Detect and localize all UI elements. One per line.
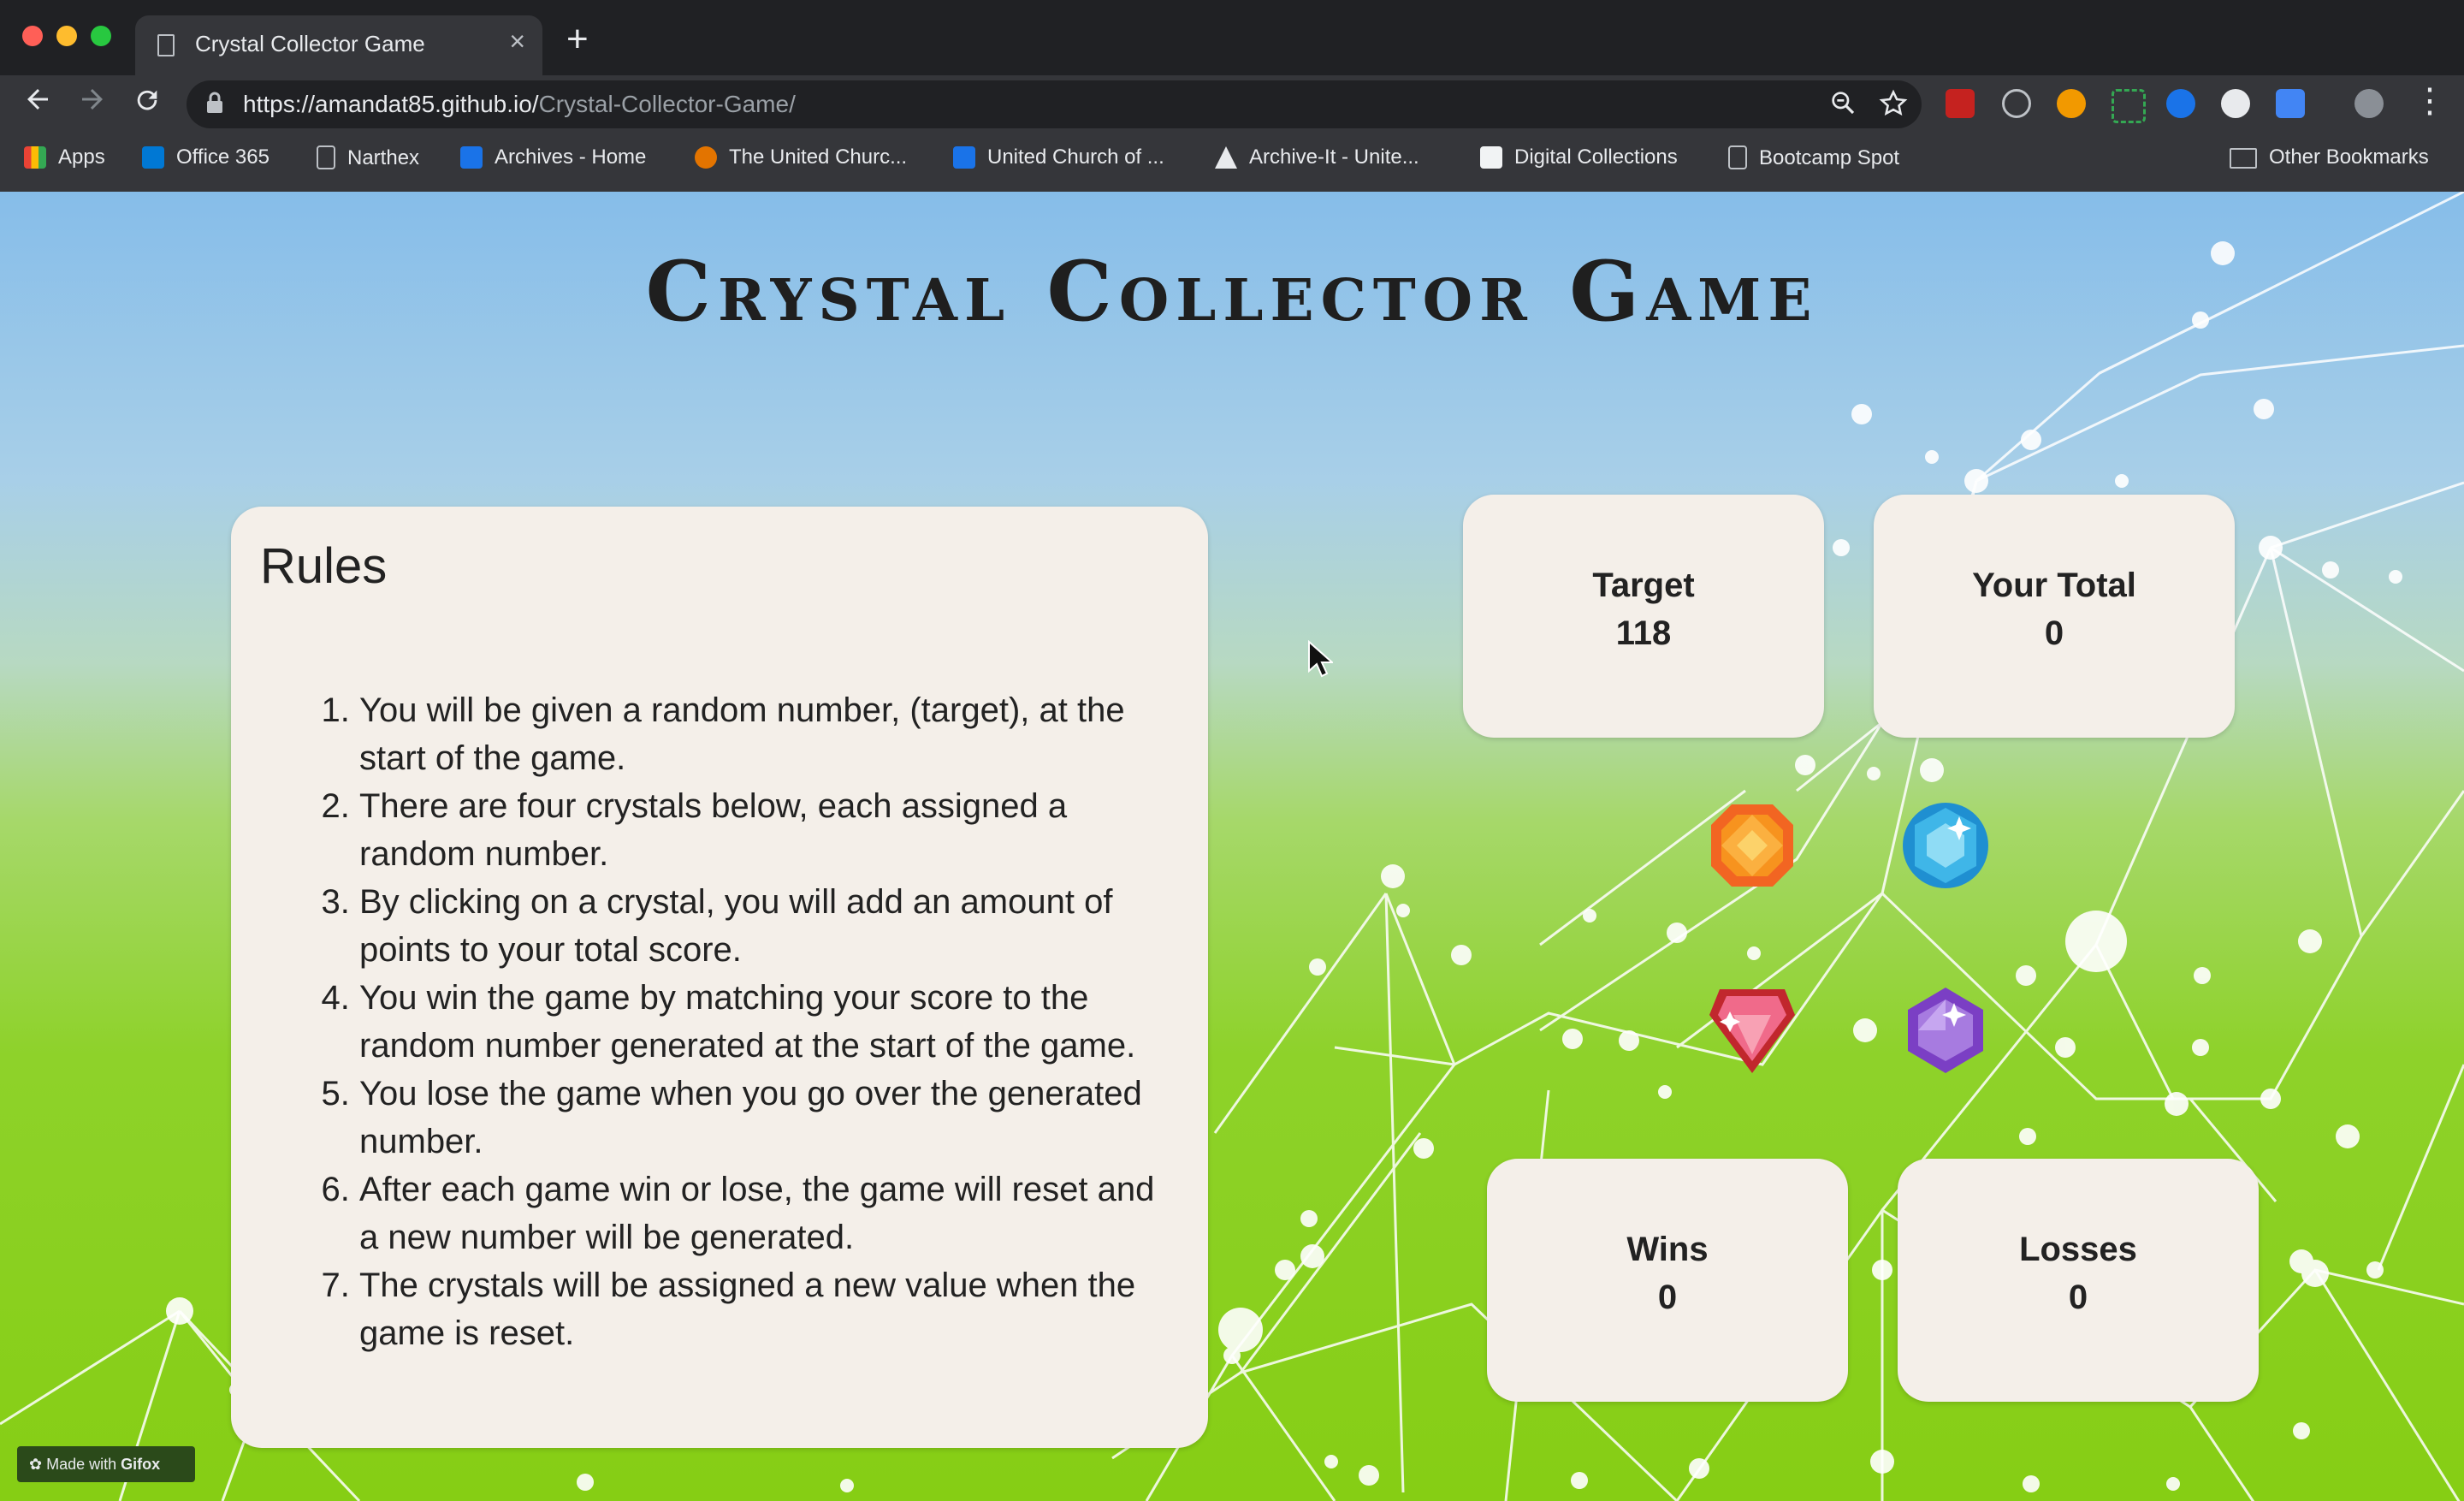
orange-crystal-button[interactable]: [1708, 801, 1797, 890]
bookmark-digital-collections[interactable]: Digital Collections: [1480, 145, 1678, 169]
arrow-left-icon: [27, 89, 48, 110]
rule-item: By clicking on a crystal, you will add a…: [359, 878, 1181, 974]
extension-arrow-icon[interactable]: [2057, 89, 2086, 118]
rules-heading: Rules: [260, 538, 388, 594]
bookmark-apps[interactable]: Apps: [24, 145, 105, 169]
bookmark-other-bookmarks[interactable]: Other Bookmarks: [2230, 145, 2429, 169]
blue-crystal-button[interactable]: [1901, 801, 1990, 890]
apps-grid-icon: [24, 146, 46, 169]
total-value: 0: [2044, 614, 2064, 652]
orange-crystal-icon: [1711, 804, 1793, 887]
page-icon: [317, 145, 335, 169]
url-path: Crystal-Collector-Game/: [538, 91, 796, 117]
extension-lastpass-icon[interactable]: [1946, 89, 1975, 118]
forward-button[interactable]: [70, 82, 115, 127]
bookmark-archives-home[interactable]: Archives - Home: [460, 145, 646, 169]
purple-crystal-icon: [1908, 988, 1983, 1073]
tab-strip: Crystal Collector Game × +: [0, 0, 2464, 75]
bookmark-star-icon[interactable]: [1879, 89, 1908, 125]
menu-more-icon[interactable]: ⋮: [2408, 79, 2452, 123]
fox-icon: ✿: [29, 1456, 47, 1473]
rule-item: There are four crystals below, each assi…: [359, 782, 1181, 878]
bookmark-archive-it[interactable]: Archive-It - Unite...: [1215, 145, 1419, 169]
bookmark-narthex[interactable]: Narthex: [317, 145, 419, 170]
lock-icon: [205, 91, 224, 121]
target-value: 118: [1615, 614, 1672, 652]
bookmark-united-church[interactable]: The United Churc...: [695, 145, 907, 169]
tab-close-icon[interactable]: ×: [509, 27, 525, 55]
wins-label: Wins: [1626, 1231, 1709, 1268]
extension-screenshot-icon[interactable]: [2112, 89, 2146, 123]
minimize-window-button[interactable]: [56, 26, 77, 46]
sharepoint-icon: [460, 146, 483, 169]
total-label: Your Total: [1972, 567, 2136, 604]
close-window-button[interactable]: [22, 26, 43, 46]
reload-button[interactable]: [125, 82, 169, 127]
target-panel: Target 118: [1463, 495, 1824, 738]
bookmark-united-church-of[interactable]: United Church of ...: [953, 145, 1164, 169]
wins-panel: Wins 0: [1487, 1159, 1848, 1402]
tab-crystal-collector[interactable]: Crystal Collector Game ×: [135, 15, 542, 75]
rules-list: You will be given a random number, (targ…: [334, 686, 1181, 1357]
reload-icon: [137, 90, 157, 110]
address-bar[interactable]: https://amandat85.github.io/Crystal-Coll…: [187, 80, 1922, 128]
url-host: https://amandat85.github.io/: [243, 91, 539, 117]
red-crystal-button[interactable]: [1708, 986, 1797, 1075]
zoom-icon[interactable]: [1829, 89, 1857, 123]
bookmark-bootcamp-spot[interactable]: Bootcamp Spot: [1728, 145, 1899, 170]
browser-chrome: Crystal Collector Game × + https://amand…: [0, 0, 2464, 192]
losses-panel: Losses 0: [1898, 1159, 2259, 1402]
rule-item: After each game win or lose, the game wi…: [359, 1166, 1181, 1261]
folder-icon: [2230, 148, 2257, 169]
back-button[interactable]: [15, 82, 60, 127]
church-logo-icon: [695, 146, 717, 169]
losses-value: 0: [2068, 1279, 2088, 1316]
rule-item: The crystals will be assigned a new valu…: [359, 1261, 1181, 1357]
red-crystal-icon: [1709, 989, 1795, 1073]
profile-avatar[interactable]: [2354, 89, 2384, 118]
rule-item: You will be given a random number, (targ…: [359, 686, 1181, 782]
bookmarks-bar: Apps Office 365 Narthex Archives - Home …: [0, 139, 2464, 180]
losses-label: Losses: [2019, 1231, 2137, 1268]
tab-title: Crystal Collector Game: [195, 31, 425, 56]
extension-block-icon[interactable]: [2002, 89, 2031, 118]
wins-value: 0: [1657, 1279, 1678, 1316]
rules-panel: Rules You will be given a random number,…: [231, 507, 1208, 1448]
game-title: Crystal Collector Game: [645, 243, 1819, 340]
page-icon: [1728, 145, 1747, 169]
blue-crystal-icon: [1903, 803, 1988, 888]
rule-item: You lose the game when you go over the g…: [359, 1070, 1181, 1166]
bookmark-office-365[interactable]: Office 365: [142, 145, 270, 169]
maximize-window-button[interactable]: [91, 26, 111, 46]
archive-it-logo-icon: [1215, 146, 1237, 169]
mouse-pointer-icon: [1308, 640, 1333, 678]
outlook-icon: [142, 146, 164, 169]
collection-logo-icon: [1480, 146, 1502, 169]
puzzle-icon: [953, 146, 975, 169]
extension-link-icon[interactable]: [2166, 89, 2195, 118]
game-page: Crystal Collector Game Rules You will be…: [0, 192, 2464, 1501]
purple-crystal-button[interactable]: [1901, 986, 1990, 1075]
extension-s-icon[interactable]: [2276, 89, 2305, 118]
arrow-right-icon: [82, 89, 103, 110]
total-panel: Your Total 0: [1874, 495, 2235, 738]
extension-dots-icon[interactable]: [2221, 89, 2250, 118]
page-icon: [157, 34, 175, 56]
gifox-watermark: ✿ Made with Gifox: [17, 1446, 195, 1482]
url-text[interactable]: https://amandat85.github.io/Crystal-Coll…: [243, 91, 796, 118]
target-label: Target: [1592, 567, 1695, 604]
new-tab-button[interactable]: +: [566, 21, 589, 58]
rule-item: You win the game by matching your score …: [359, 974, 1181, 1070]
